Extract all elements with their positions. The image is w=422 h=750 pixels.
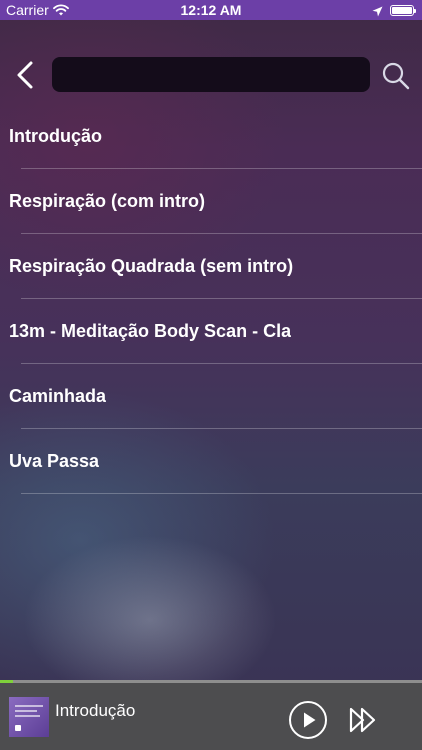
track-title: Caminhada	[9, 386, 107, 406]
track-list: Introdução Respiração (com intro) Respir…	[0, 104, 422, 494]
track-title: Introdução	[9, 126, 102, 146]
fast-forward-button[interactable]	[348, 706, 378, 734]
track-row[interactable]: 13m - Meditação Body Scan - Cla	[0, 299, 422, 364]
track-title: Respiração Quadrada (sem intro)	[9, 256, 294, 276]
track-row[interactable]: Caminhada	[0, 364, 422, 429]
fast-forward-icon	[349, 707, 376, 733]
album-artwork[interactable]	[9, 697, 49, 737]
progress-bar[interactable]	[0, 680, 422, 683]
track-row[interactable]: Introdução	[0, 104, 422, 169]
play-button[interactable]	[289, 701, 327, 739]
search-button[interactable]	[381, 61, 411, 91]
artwork-text-line	[15, 705, 43, 707]
search-icon	[382, 62, 410, 90]
track-title: 13m - Meditação Body Scan - Cla	[9, 321, 292, 341]
search-input[interactable]	[52, 57, 370, 92]
mini-player: Introdução	[0, 680, 422, 750]
track-row[interactable]: Respiração (com intro)	[0, 169, 422, 234]
row-divider	[21, 493, 422, 494]
now-playing-title: Introdução	[55, 701, 136, 720]
artwork-logo-icon	[15, 725, 21, 731]
track-title: Uva Passa	[9, 451, 100, 471]
track-row[interactable]: Respiração Quadrada (sem intro)	[0, 234, 422, 299]
back-button[interactable]	[14, 60, 38, 90]
progress-fill	[0, 680, 13, 683]
status-bar: Carrier 12:12 AM	[0, 0, 422, 20]
status-time: 12:12 AM	[180, 2, 242, 18]
track-title: Respiração (com intro)	[9, 191, 206, 211]
artwork-text-line	[15, 715, 40, 717]
artwork-text-line	[15, 710, 37, 712]
play-icon	[304, 712, 316, 728]
back-chevron-icon	[17, 61, 33, 89]
battery-icon	[390, 5, 416, 16]
location-arrow-icon	[372, 4, 383, 20]
track-row[interactable]: Uva Passa	[0, 429, 422, 494]
